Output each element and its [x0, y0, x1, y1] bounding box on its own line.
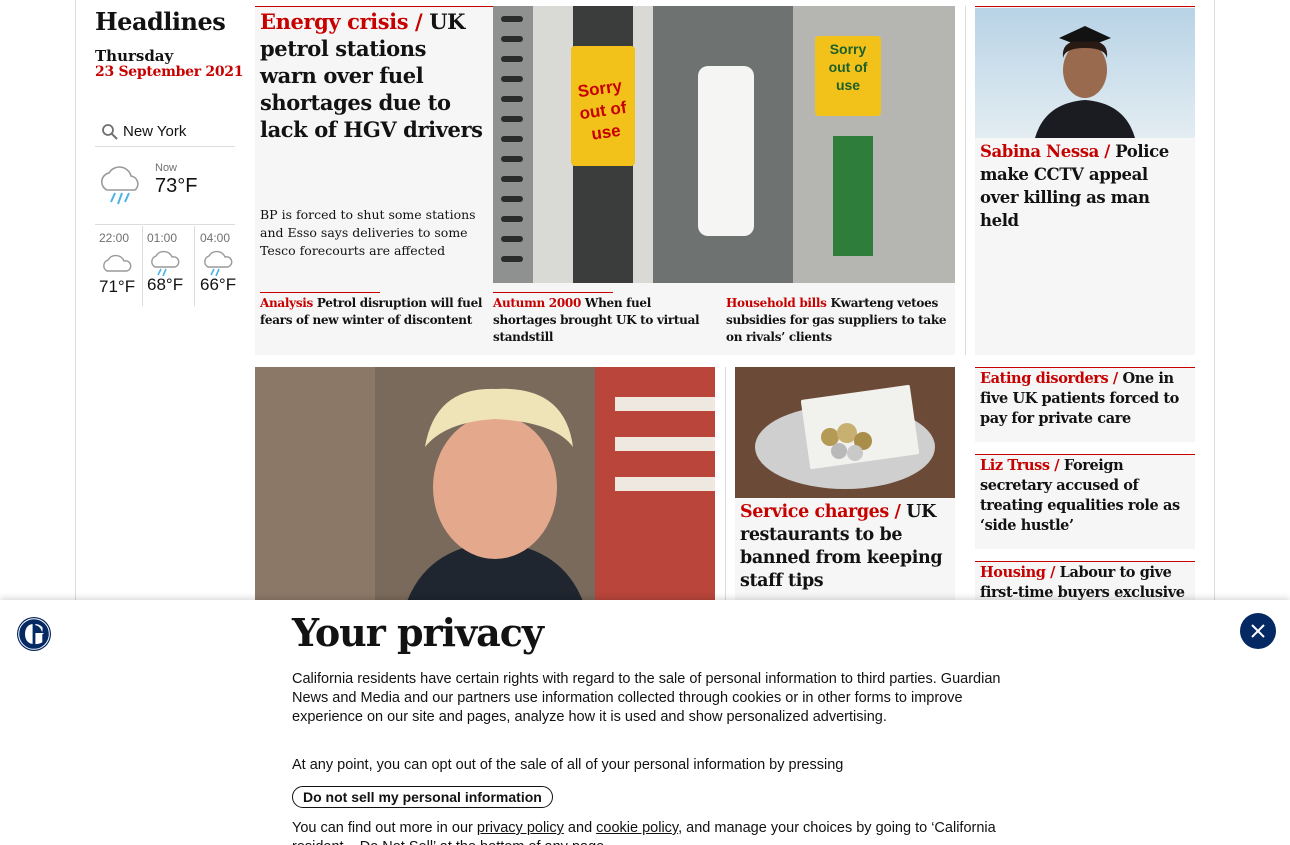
fuel-pump-illustration — [493, 6, 955, 283]
service-kicker: Service charges / — [740, 502, 901, 522]
portrait-illustration — [975, 8, 1195, 138]
forecast-temp: 68°F — [147, 275, 184, 294]
now-label: Now — [155, 162, 178, 174]
portrait-illustration — [255, 367, 715, 607]
main-headline[interactable]: Energy crisis / UK petrol stations warn … — [260, 8, 485, 143]
headline-liz-truss[interactable]: Liz Truss / Foreign secretary accused of… — [980, 456, 1190, 536]
privacy-paragraph: California residents have certain rights… — [292, 671, 1001, 725]
list-kicker: Eating disorders / — [980, 370, 1118, 387]
headlines-header: Headlines Thursday 23 September 2021 — [95, 8, 245, 81]
privacy-title: Your privacy — [292, 610, 544, 655]
weather-now: Now 73°F — [95, 160, 235, 225]
card-top-rule — [975, 367, 1195, 368]
main-kicker: Energy crisis / — [260, 9, 423, 34]
forecast-item: 04:00 66°F — [195, 226, 240, 306]
forecast-time: 22:00 — [99, 231, 130, 245]
list-kicker: Housing / — [980, 564, 1056, 581]
privacy-opt-out-text: At any point, you can opt out of the sal… — [292, 757, 844, 773]
headline-eating-disorders[interactable]: Eating disorders / One in five UK patien… — [980, 369, 1190, 429]
sabina-nessa-photo[interactable] — [975, 8, 1195, 138]
card-top-rule — [975, 561, 1195, 562]
forecast-time: 01:00 — [147, 231, 178, 245]
weekday: Thursday — [95, 47, 174, 65]
location-input[interactable] — [123, 123, 223, 140]
coins-illustration — [735, 367, 955, 498]
forecast-item: 22:00 71°F — [95, 226, 143, 306]
main-standfirst: BP is forced to shut some stations and E… — [260, 207, 476, 258]
sublink-household-bills[interactable]: Household bills Kwarteng vetoes subsidie… — [726, 295, 948, 346]
do-not-sell-button[interactable]: Do not sell my personal information — [292, 786, 553, 808]
privacy-more-info-text: You can find out more in our — [292, 820, 477, 836]
now-temperature: 73°F — [155, 175, 198, 197]
forecast-temp: 66°F — [200, 275, 237, 294]
sublink-analysis[interactable]: Analysis Petrol disruption will fuel fea… — [260, 295, 488, 329]
column-divider — [725, 367, 726, 607]
boris-johnson-image[interactable] — [255, 367, 715, 607]
privacy-banner: Your privacy California residents have c… — [0, 600, 1290, 845]
fuel-pump-image[interactable]: Sorry out of use Sorry out of use — [493, 6, 955, 283]
forecast-time: 04:00 — [200, 231, 231, 245]
forecast-temp: 71°F — [99, 277, 136, 296]
cloud-icon — [103, 254, 132, 272]
forecast-item: 01:00 68°F — [143, 226, 195, 306]
headline-housing[interactable]: Housing / Labour to give first-time buye… — [980, 563, 1190, 603]
page-title: Headlines — [95, 7, 226, 36]
sabina-nessa-headline[interactable]: Sabina Nessa / Police make CCTV appeal o… — [980, 140, 1190, 232]
card-top-rule — [975, 454, 1195, 455]
rain-icon — [204, 250, 233, 277]
card-top-rule — [975, 6, 1195, 7]
close-button[interactable] — [1240, 613, 1276, 649]
privacy-more-info-text: and — [563, 820, 597, 836]
right-top-kicker: Sabina Nessa / — [980, 142, 1110, 161]
privacy-policy-link[interactable]: privacy policy — [477, 820, 564, 836]
sublink-autumn-2000[interactable]: Autumn 2000 When fuel shortages brought … — [493, 295, 713, 346]
sublink-kicker: Household bills — [726, 296, 827, 310]
cookie-policy-link[interactable]: cookie policy — [596, 820, 678, 836]
weather-forecast: 22:00 71°F 01:00 68°F 04:00 66°F — [95, 226, 240, 306]
sublink-rule — [260, 292, 380, 293]
guardian-logo-icon — [17, 617, 51, 651]
date: 23 September 2021 — [95, 64, 244, 80]
location-search — [95, 117, 235, 147]
list-kicker: Liz Truss / — [980, 457, 1060, 474]
service-charges-headline[interactable]: Service charges / UK restaurants to be b… — [740, 501, 950, 593]
sublink-kicker: Autumn 2000 — [493, 296, 582, 310]
search-icon[interactable] — [101, 123, 119, 141]
close-icon — [1251, 624, 1265, 638]
column-divider — [965, 6, 966, 355]
sublink-rule — [493, 292, 613, 293]
privacy-more-info: You can find out more in our privacy pol… — [292, 819, 1012, 845]
restaurant-bill-image[interactable] — [735, 367, 955, 498]
sign-right: Sorry out of use — [828, 41, 868, 93]
rain-icon — [151, 250, 180, 277]
heavy-rain-icon — [101, 166, 139, 205]
sign-left: Sorry out of use — [576, 76, 628, 144]
sublink-kicker: Analysis — [260, 296, 314, 310]
weather-widget — [95, 117, 235, 147]
